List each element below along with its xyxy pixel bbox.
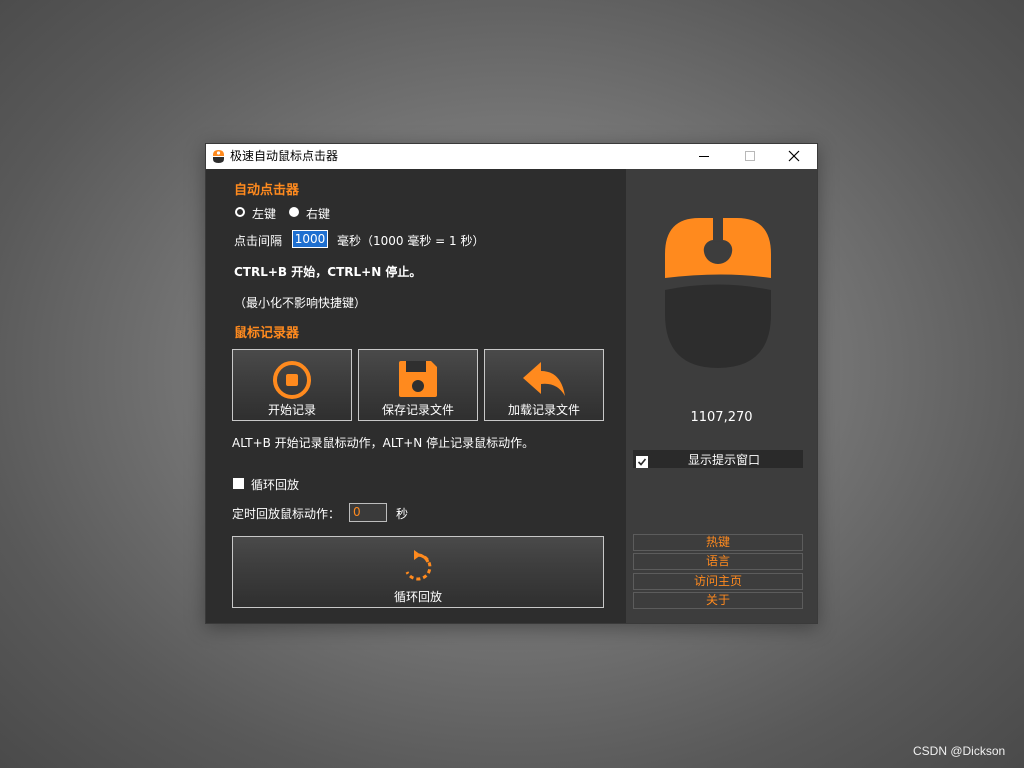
loop-label: 循环回放 [251,478,300,492]
start-record-label: 开始记录 [267,403,316,417]
watermark: CSDN @Dickson [913,744,1006,758]
save-icon [399,361,437,397]
timed-playback-label: 定时回放鼠标动作： [232,507,341,521]
title-bar[interactable]: 极速自动鼠标点击器 [206,144,817,169]
right-key-label: 右键 [306,207,331,221]
save-record-label: 保存记录文件 [381,403,454,417]
maximize-button[interactable] [727,144,773,169]
loop-playback-label: 循环回放 [393,590,442,604]
side-panel: 1107,270 显示提示窗口 热键 语言 访问主页 关于 [626,169,817,623]
left-key-label: 左键 [252,207,277,221]
load-record-button[interactable]: 加载记录文件 [484,349,604,421]
start-record-button[interactable]: 开始记录 [232,349,352,421]
app-window: 极速自动鼠标点击器 自动点击器 左键 右键 点击间隔 1000 毫秒（1000 … [205,143,818,624]
interval-unit-label: 毫秒（1000 毫秒 = 1 秒） [337,234,485,248]
show-tip-checkbox[interactable] [636,453,648,468]
minimize-note: （最小化不影响快捷键） [234,296,367,310]
record-icon [273,361,311,399]
left-key-radio[interactable] [235,207,245,217]
check-icon [636,456,648,468]
loop-playback-button[interactable]: 循环回放 [232,536,604,608]
replay-icon [405,550,432,581]
close-button[interactable] [771,144,817,169]
load-record-label: 加载记录文件 [507,403,580,417]
save-record-button[interactable]: 保存记录文件 [358,349,478,421]
homepage-link-button[interactable]: 访问主页 [633,573,803,590]
close-icon [788,150,800,162]
client-area: 自动点击器 左键 右键 点击间隔 1000 毫秒（1000 毫秒 = 1 秒） … [206,169,817,623]
interval-input[interactable]: 1000 [292,230,328,248]
about-link-button[interactable]: 关于 [633,592,803,609]
clicker-section-title: 自动点击器 [234,183,300,198]
recorder-section-title: 鼠标记录器 [234,326,300,341]
show-tip-row[interactable]: 显示提示窗口 [633,450,803,468]
right-key-radio[interactable] [289,207,299,217]
seconds-unit-label: 秒 [396,507,409,521]
minimize-button[interactable] [681,144,727,169]
language-link-button[interactable]: 语言 [633,553,803,570]
load-icon [523,362,565,396]
main-panel: 自动点击器 左键 右键 点击间隔 1000 毫秒（1000 毫秒 = 1 秒） … [206,169,626,623]
hotkey-link-button[interactable]: 热键 [633,534,803,551]
window-title: 极速自动鼠标点击器 [230,149,339,163]
show-tip-label: 显示提示窗口 [688,453,761,467]
clicker-hotkey-text: CTRL+B 开始，CTRL+N 停止。 [234,265,422,279]
loop-checkbox[interactable] [233,478,244,489]
interval-label: 点击间隔 [234,234,283,248]
recorder-hotkey-text: ALT+B 开始记录鼠标动作，ALT+N 停止记录鼠标动作。 [232,436,535,450]
mouse-app-icon [212,149,225,168]
cursor-coordinates: 1107,270 [690,410,753,425]
timed-seconds-input[interactable]: 0 [349,503,387,522]
mouse-icon [665,218,771,368]
